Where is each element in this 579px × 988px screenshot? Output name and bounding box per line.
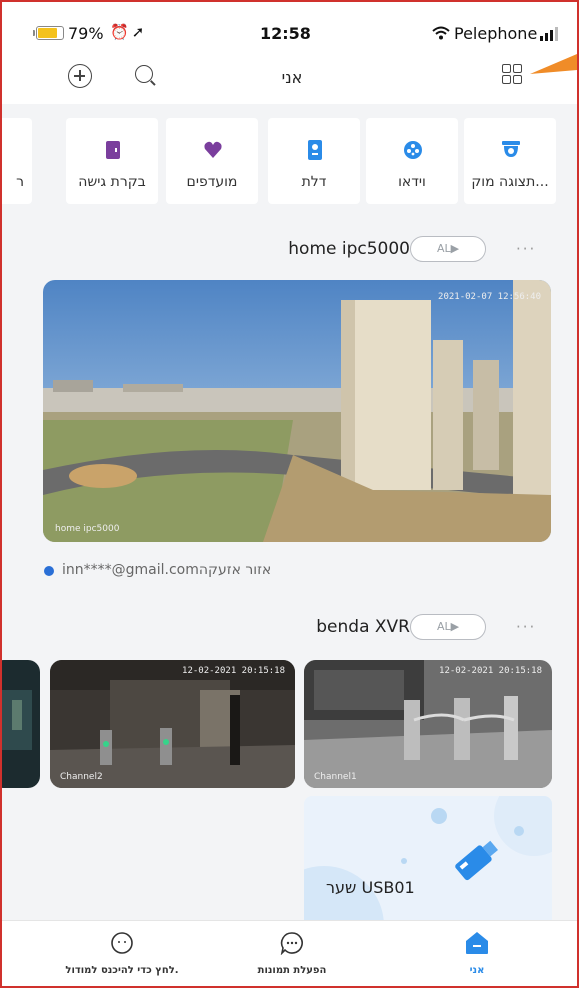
carrier-name: Pelephone [432, 24, 537, 43]
tab-me[interactable]: אני [452, 921, 502, 986]
camera-icon [502, 141, 520, 157]
heart-icon [204, 141, 222, 158]
more-icon[interactable]: ··· [516, 618, 536, 636]
camera-scene [2, 660, 40, 788]
smiley-icon [111, 932, 133, 954]
tab-label: הפעלת תמונות [257, 965, 327, 976]
device-header: ··· AL▶ benda XVR [2, 612, 577, 648]
notification-icons: ⏰➚ [110, 23, 147, 41]
app-header: אני [2, 58, 577, 104]
owner-info: inn****@gmail.comאזור אזעקה [62, 562, 271, 578]
alarm-icon: ⏰ [110, 23, 132, 41]
app-screen: 79% ⏰➚ 12:58 Pelephone אני תצוגה מוק... … [2, 2, 577, 986]
category-video[interactable]: וידאו [366, 118, 458, 204]
annotation-arrow [530, 54, 577, 74]
device-name[interactable]: benda XVR [316, 617, 410, 637]
category-favorites[interactable]: מועדפים [166, 118, 258, 204]
category-label: וידאו [398, 174, 426, 190]
owner-email: inn****@gmail.com [62, 562, 199, 578]
camera-preview-home[interactable]: 2021-02-07 12:56:40 home ipc5000 [43, 280, 551, 542]
category-door[interactable]: דלת [268, 118, 360, 204]
camera-scene [304, 660, 552, 788]
camera-scene [50, 660, 295, 788]
owner-status-dot [44, 566, 54, 576]
category-label: דלת [301, 174, 327, 190]
tab-images[interactable]: הפעלת תמונות [242, 921, 342, 986]
battery-tip [33, 30, 35, 36]
access-control-icon [106, 141, 120, 159]
tab-label: אני [469, 965, 485, 976]
channel-label: Channel1 [314, 772, 357, 782]
camera-preview-channel1[interactable]: 12-02-2021 20:15:18 Channel1 [304, 660, 552, 788]
tab-label: לחץ כדי להיכנס למודול. [65, 965, 179, 976]
camera-preview-channel2[interactable]: 12-02-2021 20:15:18 Channel2 [50, 660, 295, 788]
status-time: 12:58 [260, 24, 311, 43]
wifi-icon [432, 26, 450, 40]
more-icon[interactable]: ··· [516, 240, 536, 258]
category-label: בקרת גישה [78, 174, 146, 190]
usb-device-label: שער USB01 [326, 878, 415, 897]
camera-preview-partial[interactable] [2, 660, 40, 788]
camera-scene [43, 280, 551, 542]
usb-icon [455, 840, 498, 881]
alarm-toggle-pill[interactable]: AL▶ [410, 236, 486, 262]
tab-module[interactable]: לחץ כדי להיכנס למודול. [42, 921, 202, 986]
location-icon: ➚ [131, 23, 148, 41]
battery-percentage: 79% [68, 24, 104, 43]
chat-icon [280, 932, 303, 955]
category-label: תצוגה מוק... [471, 174, 549, 190]
video-icon [404, 141, 422, 159]
signal-icon [540, 27, 558, 41]
category-partial[interactable]: ר [2, 118, 32, 204]
camera-timestamp: 12-02-2021 20:15:18 [439, 666, 542, 676]
device-header: ··· AL▶ home ipc5000 [2, 234, 577, 270]
camera-timestamp: 12-02-2021 20:15:18 [182, 666, 285, 676]
camera-timestamp: 2021-02-07 12:56:40 [438, 292, 541, 302]
alarm-toggle-pill[interactable]: AL▶ [410, 614, 486, 640]
battery-icon [36, 26, 64, 40]
category-row: תצוגה מוק... וידאו דלת מועדפים בקרת גישה… [2, 118, 577, 204]
status-bar: 79% ⏰➚ 12:58 Pelephone [2, 2, 577, 58]
page-title: אני [281, 68, 303, 87]
category-label: מועדפים [186, 174, 238, 190]
search-icon[interactable] [134, 64, 158, 88]
category-live-view[interactable]: תצוגה מוק... [464, 118, 556, 204]
device-name[interactable]: home ipc5000 [288, 239, 410, 259]
usb-device-card[interactable]: שער USB01 [304, 796, 552, 928]
camera-label: home ipc5000 [55, 524, 120, 534]
add-icon[interactable] [68, 64, 92, 88]
alarm-zone: אזור אזעקה [198, 562, 272, 578]
usb-card-art [304, 796, 552, 928]
grid-view-icon[interactable] [502, 64, 524, 86]
bottom-tab-bar: לחץ כדי להיכנס למודול. הפעלת תמונות אני [2, 920, 577, 986]
carrier-label: Pelephone [454, 24, 538, 43]
home-icon [466, 932, 488, 954]
category-label: ר [16, 174, 24, 190]
door-icon [308, 140, 322, 160]
category-access-control[interactable]: בקרת גישה [66, 118, 158, 204]
channel-label: Channel2 [60, 772, 103, 782]
